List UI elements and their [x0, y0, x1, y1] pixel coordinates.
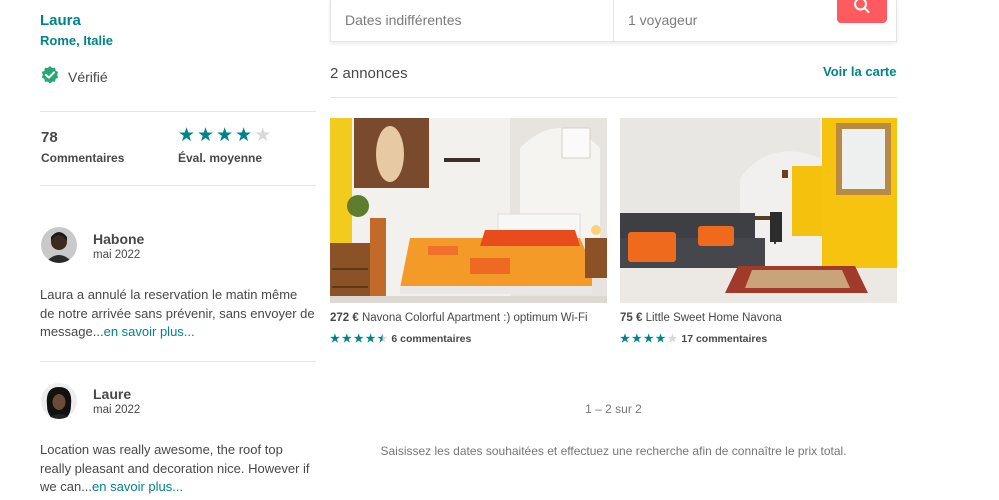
divider: [40, 361, 316, 362]
listing-title[interactable]: 272 € Navona Colorful Apartment :) optim…: [330, 312, 607, 324]
review-text: Location was really awesome, the roof to…: [40, 441, 315, 497]
guests-field[interactable]: 1 voyageur: [614, 0, 697, 41]
listing-rating: ★ ★ ★ ★ ★ 17 commentaires: [620, 333, 767, 345]
listing-rating: ★ ★ ★ ★ ★ 6 commentaires: [330, 333, 471, 345]
reviewer-name[interactable]: Laure: [93, 386, 131, 402]
reviews-count: 78: [41, 129, 58, 146]
read-more-link[interactable]: en savoir plus...: [92, 479, 183, 494]
host-name[interactable]: Laura: [40, 12, 81, 29]
star-icon: ★: [178, 125, 196, 146]
verified-label: Vérifié: [68, 68, 108, 85]
review-text: Laura a annulé la reservation le matin m…: [40, 286, 315, 342]
star-icon: ★: [631, 332, 642, 345]
avatar[interactable]: [41, 227, 77, 263]
listings-count: 2 annonces: [330, 65, 408, 82]
dates-field[interactable]: Dates indifférentes: [331, 0, 614, 41]
review-date: mai 2022: [93, 404, 141, 416]
listing-reviews-count: 17 commentaires: [681, 333, 768, 345]
listing-reviews-count: 6 commentaires: [391, 333, 472, 345]
star-icon: ★: [655, 332, 666, 345]
star-half-icon: ★: [377, 332, 388, 345]
listing-price: 272 €: [330, 312, 359, 324]
listing-photo[interactable]: [330, 118, 607, 303]
star-icon: ★: [365, 332, 376, 345]
pagination: 1 – 2 sur 2: [585, 402, 642, 416]
star-icon: ★: [620, 332, 630, 345]
divider: [40, 111, 316, 112]
star-icon: ★: [341, 332, 352, 345]
reviews-count-label: Commentaires: [41, 151, 125, 165]
star-icon: ★: [353, 332, 364, 345]
star-icon: ★: [216, 125, 234, 146]
star-icon: ★: [235, 125, 253, 146]
avatar[interactable]: [41, 383, 77, 419]
reviewer-name[interactable]: Habone: [93, 231, 144, 247]
verified-check-icon: [40, 65, 60, 88]
read-more-link[interactable]: en savoir plus...: [104, 324, 195, 339]
listing-name: Little Sweet Home Navona: [645, 312, 782, 324]
divider: [330, 97, 897, 98]
price-note: Saisissez les dates souhaitées et effect…: [380, 444, 847, 458]
star-empty-icon: ★: [254, 125, 272, 146]
view-map-link[interactable]: Voir la carte: [823, 64, 896, 79]
listing-name: Navona Colorful Apartment :) optimum Wi-…: [361, 312, 588, 324]
search-icon: [853, 0, 871, 21]
listing-title[interactable]: 75 € Little Sweet Home Navona: [620, 312, 897, 324]
divider: [40, 185, 316, 186]
star-icon: ★: [197, 125, 215, 146]
star-empty-icon: ★: [667, 332, 678, 345]
review-date: mai 2022: [93, 249, 141, 261]
search-bar: Dates indifférentes 1 voyageur: [330, 0, 897, 42]
verified-badge: Vérifié: [40, 65, 108, 88]
host-location[interactable]: Rome, Italie: [40, 33, 113, 48]
star-icon: ★: [330, 332, 340, 345]
average-rating-stars: ★ ★ ★ ★ ★: [178, 126, 271, 145]
listing-price: 75 €: [620, 312, 643, 324]
listing-photo[interactable]: [620, 118, 897, 303]
star-icon: ★: [643, 332, 654, 345]
search-button[interactable]: [837, 0, 887, 23]
rating-label: Éval. moyenne: [178, 151, 263, 165]
